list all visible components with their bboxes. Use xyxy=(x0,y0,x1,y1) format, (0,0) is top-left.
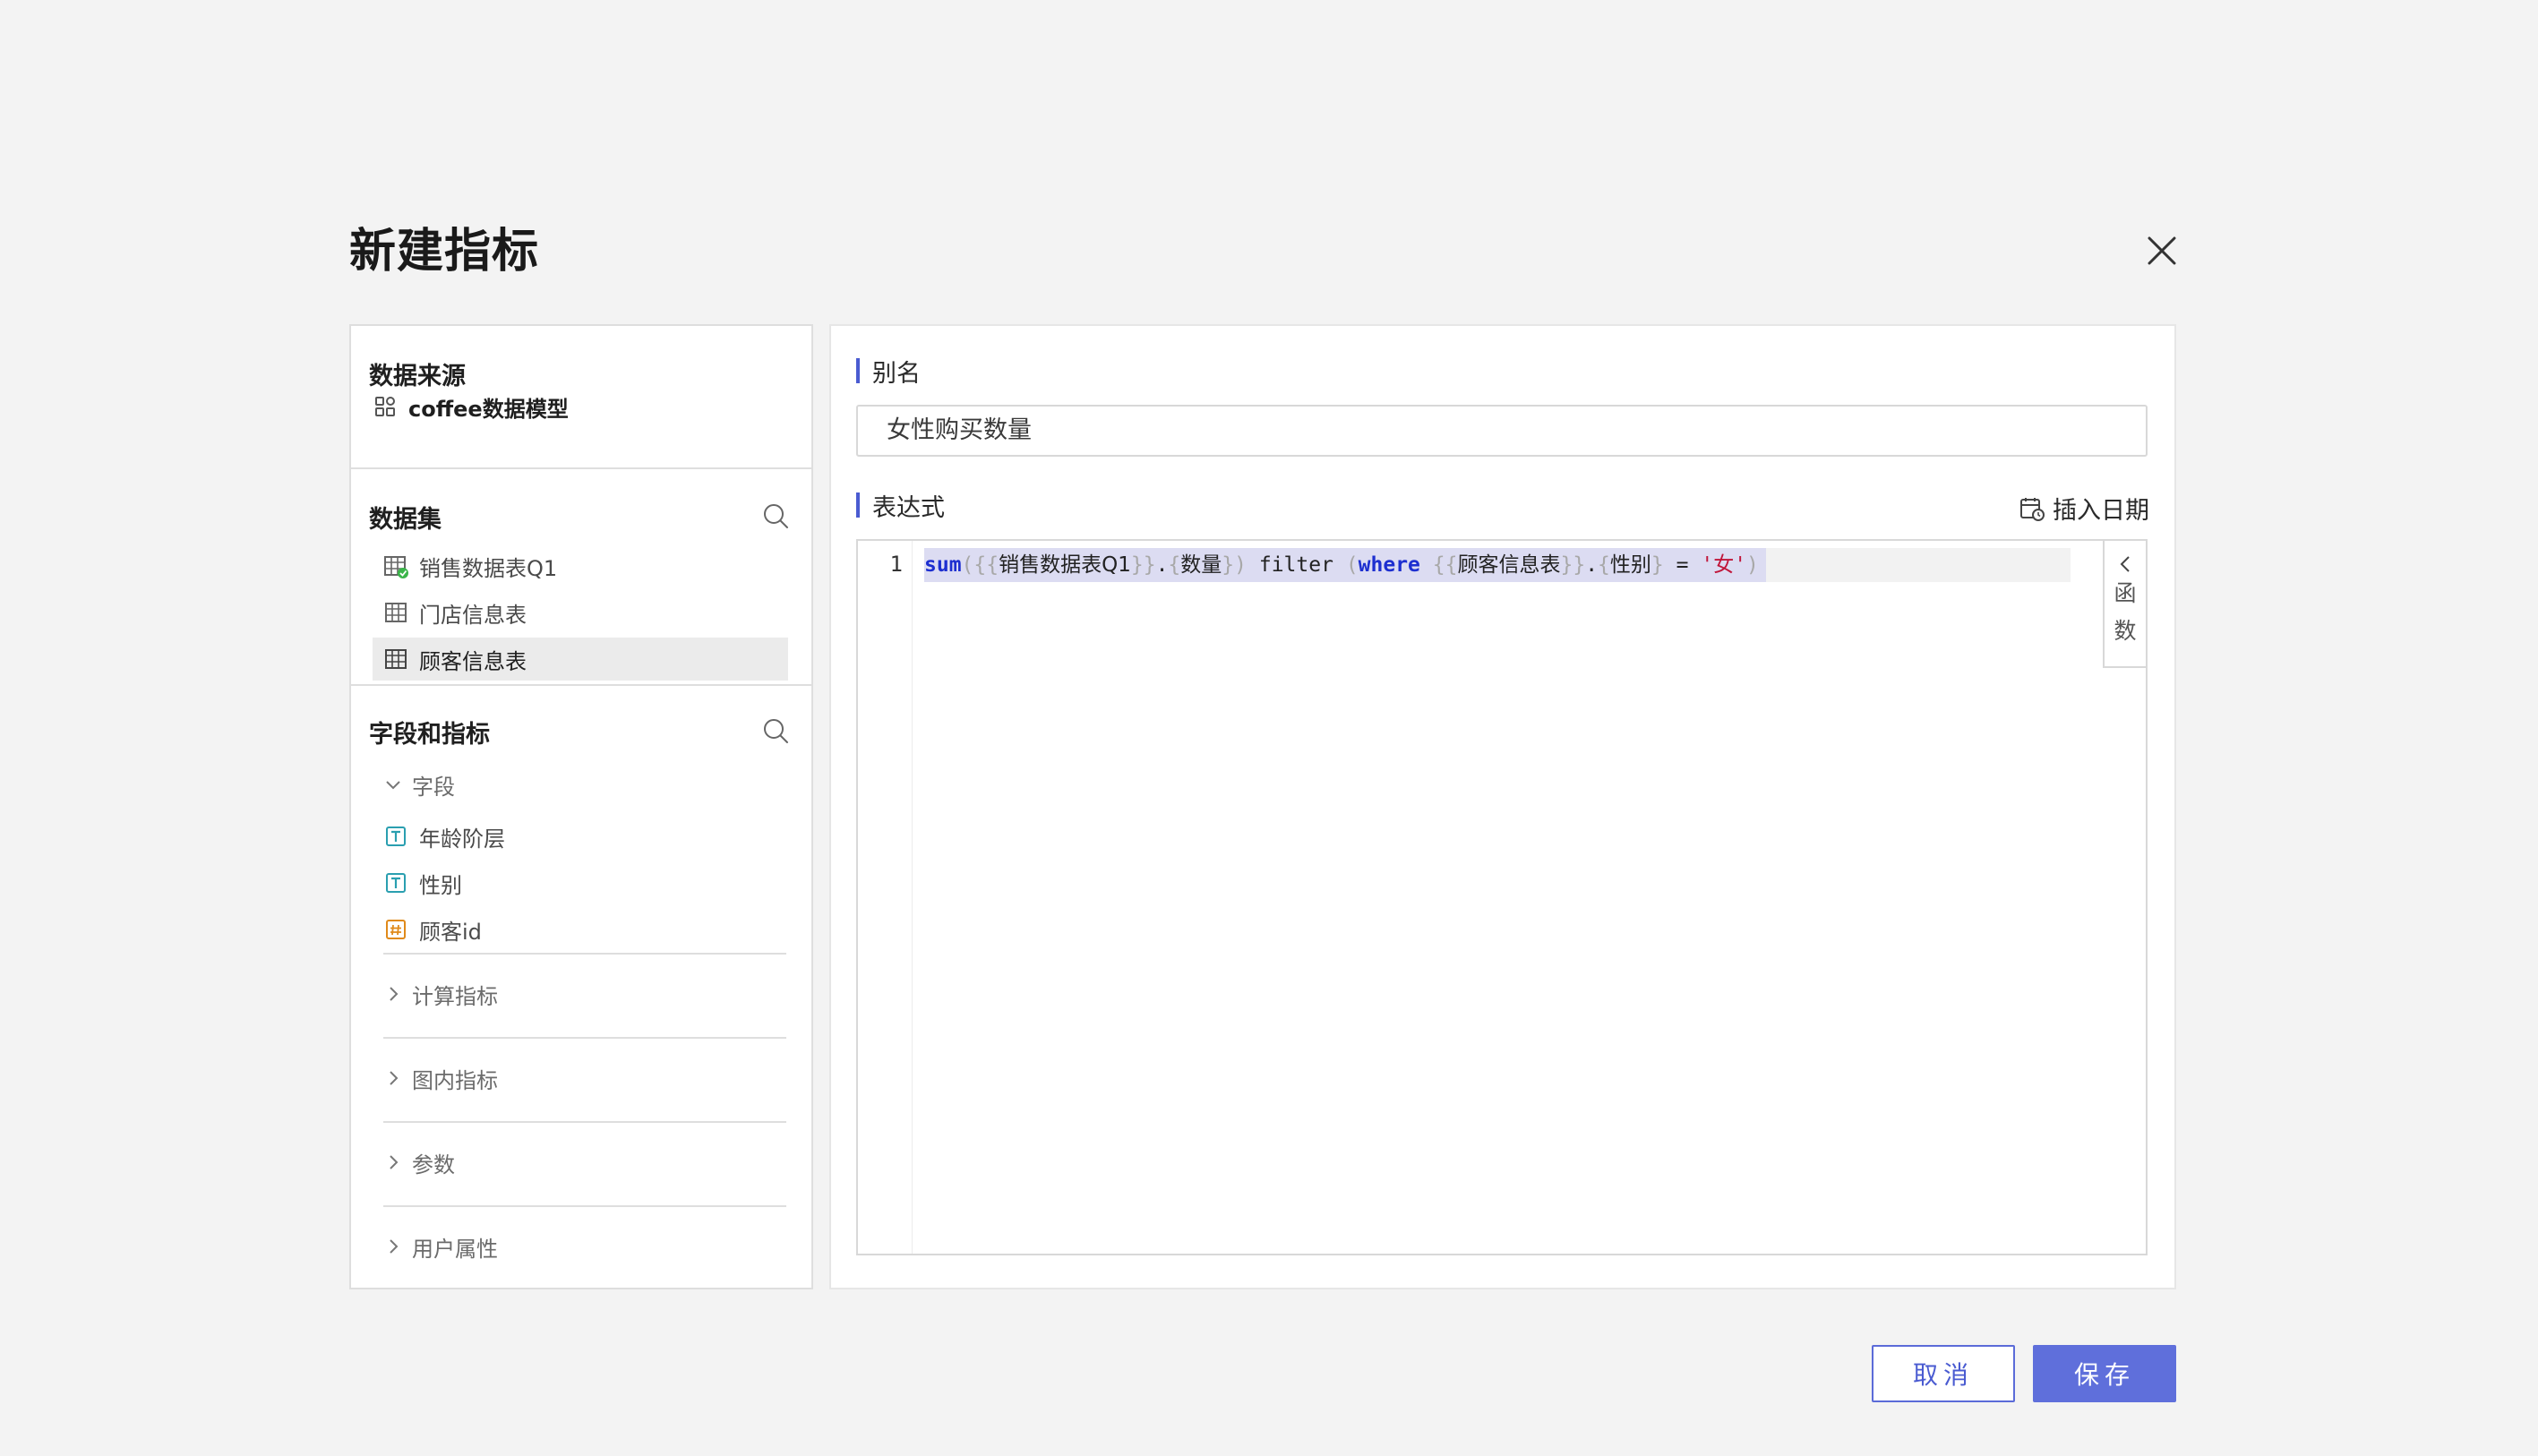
code-braces: }} xyxy=(1560,553,1586,577)
insert-date-button[interactable]: 插入日期 xyxy=(2019,491,2149,526)
code-operator: = xyxy=(1676,553,1689,577)
chevron-right-icon xyxy=(383,984,403,1004)
alias-input[interactable]: 女性购买数量 xyxy=(856,405,2148,457)
group-parameters[interactable]: 参数 xyxy=(383,1144,455,1180)
functions-tab-char: 数 xyxy=(2114,618,2137,644)
field-item-label: 性别 xyxy=(419,872,462,898)
code-content: sum({{销售数据表Q1}}.{数量}) filter (where {{顾客… xyxy=(924,548,1766,582)
code-table: 顾客信息表 xyxy=(1457,553,1561,577)
code-dot: . xyxy=(1155,553,1169,577)
dataset-item-sales-q1[interactable]: 销售数据表Q1 xyxy=(373,544,788,587)
field-item-label: 年龄阶层 xyxy=(419,826,505,852)
field-item-age-group[interactable]: 年龄阶层 xyxy=(373,815,788,858)
fields-group-label: 字段 xyxy=(412,774,455,800)
code-paren: ( xyxy=(961,553,974,577)
label-accent-bar xyxy=(856,492,860,518)
table-icon xyxy=(383,647,408,672)
new-metric-dialog: 新建指标 数据来源 coffee数据模型 数据集 销售数据表Q1 门店信息表 顾… xyxy=(0,0,2538,1456)
chevron-right-icon xyxy=(383,1237,403,1256)
code-line[interactable]: sum({{销售数据表Q1}}.{数量}) filter (where {{顾客… xyxy=(924,548,2071,582)
data-model-name: coffee数据模型 xyxy=(408,396,569,422)
right-panel: 别名 女性购买数量 表达式 插入日期 1 sum({{销售数据表Q1}}.{数量… xyxy=(829,324,2176,1289)
group-chart-metrics[interactable]: 图内指标 xyxy=(383,1060,498,1096)
chevron-right-icon xyxy=(383,1068,403,1088)
model-icon xyxy=(373,394,398,419)
dialog-title: 新建指标 xyxy=(349,225,540,278)
divider xyxy=(351,684,811,686)
dataset-item-label: 顾客信息表 xyxy=(419,648,527,674)
expression-label: 表达式 xyxy=(856,491,945,522)
insert-date-label: 插入日期 xyxy=(2053,497,2149,525)
expression-editor[interactable]: 1 sum({{销售数据表Q1}}.{数量}) filter (where {{… xyxy=(856,539,2148,1255)
table-icon xyxy=(383,553,408,578)
code-field: 性别 xyxy=(1609,553,1651,577)
code-brace: { xyxy=(1168,553,1181,577)
code-brace: } xyxy=(1651,553,1664,577)
close-icon[interactable] xyxy=(2142,231,2182,270)
code-dot: . xyxy=(1585,553,1599,577)
code-where: where xyxy=(1358,553,1420,577)
divider xyxy=(383,1037,786,1039)
table-icon xyxy=(383,600,408,625)
functions-tab-char: 函 xyxy=(2114,580,2137,606)
code-table: 销售数据表Q1 xyxy=(999,553,1131,577)
code-paren: ) xyxy=(1746,553,1759,577)
field-item-customer-id[interactable]: 顾客id xyxy=(373,908,788,951)
divider xyxy=(383,1121,786,1123)
number-type-icon xyxy=(383,917,408,942)
dataset-search-icon[interactable] xyxy=(761,501,790,530)
code-brace: { xyxy=(1598,553,1610,577)
group-calculated-metrics[interactable]: 计算指标 xyxy=(383,976,498,1012)
code-paren: ) xyxy=(1234,553,1247,577)
divider xyxy=(383,953,786,955)
code-field: 数量 xyxy=(1180,553,1222,577)
group-label: 参数 xyxy=(412,1152,455,1178)
code-brace: } xyxy=(1222,553,1235,577)
functions-panel-toggle[interactable]: 函 数 xyxy=(2103,541,2146,668)
chevron-down-icon xyxy=(383,775,403,794)
data-model-item[interactable]: coffee数据模型 xyxy=(362,385,777,428)
fields-metrics-title: 字段和指标 xyxy=(369,721,490,749)
save-button[interactable]: 保存 xyxy=(2033,1345,2176,1402)
code-braces: {{ xyxy=(973,553,999,577)
label-accent-bar xyxy=(856,358,860,383)
dataset-item-label: 销售数据表Q1 xyxy=(419,555,558,581)
cancel-button[interactable]: 取消 xyxy=(1872,1345,2015,1402)
alias-label: 别名 xyxy=(856,356,921,388)
field-item-label: 顾客id xyxy=(419,919,482,945)
code-string: '女' xyxy=(1701,553,1747,577)
left-panel: 数据来源 coffee数据模型 数据集 销售数据表Q1 门店信息表 顾客信息表 … xyxy=(349,324,813,1289)
text-type-icon xyxy=(383,824,408,849)
divider xyxy=(383,1205,786,1207)
fields-search-icon[interactable] xyxy=(761,716,790,745)
alias-label-text: 别名 xyxy=(872,359,921,388)
code-braces: }} xyxy=(1130,553,1156,577)
dataset-item-store-info[interactable]: 门店信息表 xyxy=(373,591,788,634)
text-type-icon xyxy=(383,870,408,895)
chevron-right-icon xyxy=(383,1152,403,1172)
editor-gutter: 1 xyxy=(858,541,913,1254)
group-label: 计算指标 xyxy=(412,983,498,1009)
dataset-item-label: 门店信息表 xyxy=(419,602,527,628)
group-label: 用户属性 xyxy=(412,1236,498,1262)
code-paren: ( xyxy=(1345,553,1359,577)
divider xyxy=(351,467,811,469)
dataset-title: 数据集 xyxy=(369,506,442,534)
expression-label-text: 表达式 xyxy=(872,493,945,522)
code-braces: {{ xyxy=(1432,553,1458,577)
code-filter: filter xyxy=(1258,553,1333,577)
fields-group-toggle[interactable]: 字段 xyxy=(383,767,455,802)
dataset-item-customer-info[interactable]: 顾客信息表 xyxy=(373,638,788,681)
group-user-attributes[interactable]: 用户属性 xyxy=(383,1229,498,1264)
line-number: 1 xyxy=(889,552,903,577)
chevron-left-icon xyxy=(2114,553,2136,575)
code-func: sum xyxy=(924,553,962,577)
field-item-gender[interactable]: 性别 xyxy=(373,861,788,904)
calendar-icon xyxy=(2019,495,2045,522)
group-label: 图内指标 xyxy=(412,1067,498,1093)
